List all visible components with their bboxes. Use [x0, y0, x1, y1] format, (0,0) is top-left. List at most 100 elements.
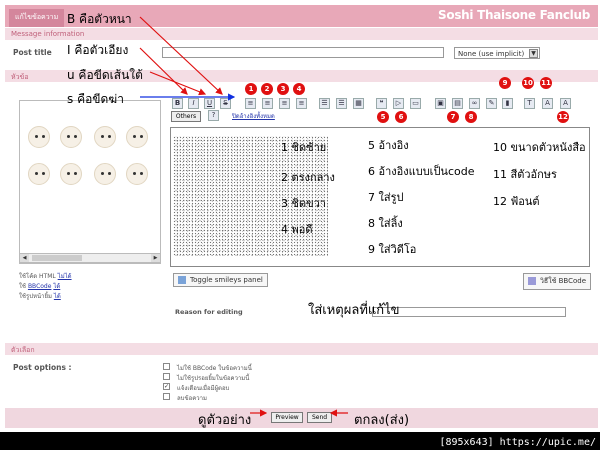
smiley-icon[interactable]	[28, 163, 50, 185]
legend-item: 4 พอดี	[281, 223, 313, 236]
badge-1: 1	[245, 83, 257, 95]
annotation-send: ตกลง(ส่ง)	[354, 413, 410, 428]
send-button[interactable]: Send	[307, 412, 332, 423]
bbcode-state-link[interactable]: ได้	[53, 283, 60, 290]
message-info-header: Message information	[5, 28, 598, 40]
smiley-icon[interactable]	[60, 126, 82, 148]
post-title-label: Post title	[13, 48, 52, 57]
forum-page: แก้ไขข้อความ Soshi Thaisone Fanclub Mess…	[5, 5, 598, 430]
scroll-left-icon[interactable]: ◀	[20, 254, 29, 262]
annotation-underline: u คือขีดเส้นใต้	[67, 68, 143, 82]
message-editor[interactable]: 1 ชิดซ้าย 2 ตรงกลาง 3 ชิดขวา 4 พอดี 5 อ้…	[170, 127, 590, 267]
align-right-icon[interactable]: ≡	[279, 98, 290, 109]
scroll-thumb[interactable]	[32, 255, 82, 261]
list-icon[interactable]: ☰	[319, 98, 330, 109]
bbcode-note: ใช้ BBCode ได้	[19, 281, 60, 291]
smilies-note: ใช้รูปหน้ายิ้ม ได้	[19, 291, 61, 301]
help-icon[interactable]: ?	[208, 110, 219, 121]
toggle-smileys-button[interactable]: Toggle smileys panel	[173, 273, 268, 287]
italic-button[interactable]: I	[188, 98, 199, 109]
smilies-note-label: ใช้รูปหน้ายิ้ม	[19, 293, 52, 300]
scroll-right-icon[interactable]: ▶	[151, 254, 160, 262]
align-left-icon[interactable]: ≡	[245, 98, 256, 109]
smiley-icon[interactable]	[60, 163, 82, 185]
image-icon[interactable]: ▣	[435, 98, 446, 109]
underline-button[interactable]: U	[204, 98, 215, 109]
html-state-link[interactable]: ไม่ได้	[58, 273, 72, 280]
media-icon[interactable]: ▤	[452, 98, 463, 109]
smiley-icon[interactable]	[28, 126, 50, 148]
option-checkbox[interactable]: ✓	[163, 383, 170, 390]
annotation-preview: ดูตัวอย่าง	[198, 413, 252, 428]
bbcode-help-button[interactable]: วิธีใช้ BBCode	[523, 273, 591, 290]
legend-item: 6 อ้างอิงแบบเป็นcode	[368, 165, 475, 178]
legend-item: 3 ชิดขวา	[281, 197, 326, 210]
option-label: แจ้งเตือนเมื่อมีผู้ตอบ	[177, 385, 230, 392]
preview-button[interactable]: Preview	[271, 412, 303, 423]
post-icon-select[interactable]: None (use implicit) ▼	[454, 47, 540, 59]
bbcode-help-link[interactable]: BBCode	[28, 283, 52, 290]
badge-2: 2	[261, 83, 273, 95]
annotation-strike: s คือขีดฆ่า	[67, 92, 124, 106]
quote-icon[interactable]: ❝	[376, 98, 387, 109]
reason-label: Reason for editing	[175, 308, 243, 316]
badge-12: 12	[557, 111, 569, 123]
link-icon[interactable]: ∞	[469, 98, 480, 109]
option-checkbox[interactable]	[163, 373, 170, 380]
table-icon[interactable]: ▦	[353, 98, 364, 109]
option-label: ไม่ใช้ BBCode ในข้อความนี้	[177, 365, 252, 372]
smiley-icon[interactable]	[94, 126, 116, 148]
image-caption: [895x643] https://upic.me/	[439, 437, 596, 448]
options-header: ตัวเลือก	[5, 343, 598, 355]
legend-item: 5 อ้างอิง	[368, 139, 409, 152]
smiley-panel	[19, 100, 161, 264]
bold-button[interactable]: B	[172, 98, 183, 109]
flash-icon[interactable]: ✎	[486, 98, 497, 109]
option-checkbox[interactable]	[163, 393, 170, 400]
smiley-icon[interactable]	[126, 126, 148, 148]
font-size-icon[interactable]: T	[524, 98, 535, 109]
post-icon-select-value: None (use implicit)	[458, 50, 525, 58]
html-note-label: ใช้โค้ด HTML	[19, 273, 56, 280]
smilies-state-link[interactable]: ได้	[54, 293, 61, 300]
option-checkbox[interactable]	[163, 363, 170, 370]
annotation-reason: ใส่เหตุผลที่แก้ไข	[308, 303, 400, 318]
badge-9: 9	[499, 77, 511, 89]
option-label: ลบข้อความ	[177, 395, 207, 402]
badge-4: 4	[293, 83, 305, 95]
legend-item: 7 ใส่รูป	[368, 191, 404, 204]
smiley-icon[interactable]	[94, 163, 116, 185]
badge-5: 5	[377, 111, 389, 123]
bbcode-note-label: ใช้	[19, 283, 27, 290]
video-icon[interactable]: ▮	[502, 98, 513, 109]
smiley-icon[interactable]	[126, 163, 148, 185]
badge-10: 10	[522, 77, 534, 89]
reason-input[interactable]	[372, 307, 566, 317]
font-face-icon[interactable]: A	[560, 98, 571, 109]
close-quotes-link[interactable]: ปิดอ้างอิงทั้งหมด	[232, 111, 275, 121]
legend-item: 10 ขนาดตัวหนังสือ	[493, 141, 586, 154]
bbcode-icon	[528, 277, 536, 285]
post-options-label: Post options :	[13, 363, 72, 372]
bbcode-help-label: วิธีใช้ BBCode	[540, 277, 586, 285]
hr-icon[interactable]: ▭	[410, 98, 421, 109]
option-label: ไม่ใช้รูปรอยยิ้มในข้อความนี้	[177, 375, 250, 382]
html-note: ใช้โค้ด HTML ไม่ได้	[19, 271, 72, 281]
strike-button[interactable]: S	[220, 98, 231, 109]
edit-message-tab[interactable]: แก้ไขข้อความ	[9, 9, 65, 27]
others-button[interactable]: Others	[171, 111, 201, 122]
legend-item: 9 ใส่วิดีโอ	[368, 243, 417, 256]
annotation-italic: I คือตัวเอียง	[67, 43, 129, 57]
legend-item: 1 ชิดซ้าย	[281, 141, 327, 154]
badge-6: 6	[395, 111, 407, 123]
align-justify-icon[interactable]: ≡	[296, 98, 307, 109]
chevron-down-icon: ▼	[529, 49, 538, 58]
numbered-list-icon[interactable]: ☰	[336, 98, 347, 109]
smiley-scrollbar[interactable]: ◀ ▶	[19, 253, 161, 263]
legend-item: 8 ใส่ลิ้ง	[368, 217, 403, 230]
post-title-input[interactable]	[162, 47, 444, 58]
align-center-icon[interactable]: ≡	[262, 98, 273, 109]
font-color-icon[interactable]: A	[542, 98, 553, 109]
badge-3: 3	[277, 83, 289, 95]
code-icon[interactable]: ▷	[393, 98, 404, 109]
